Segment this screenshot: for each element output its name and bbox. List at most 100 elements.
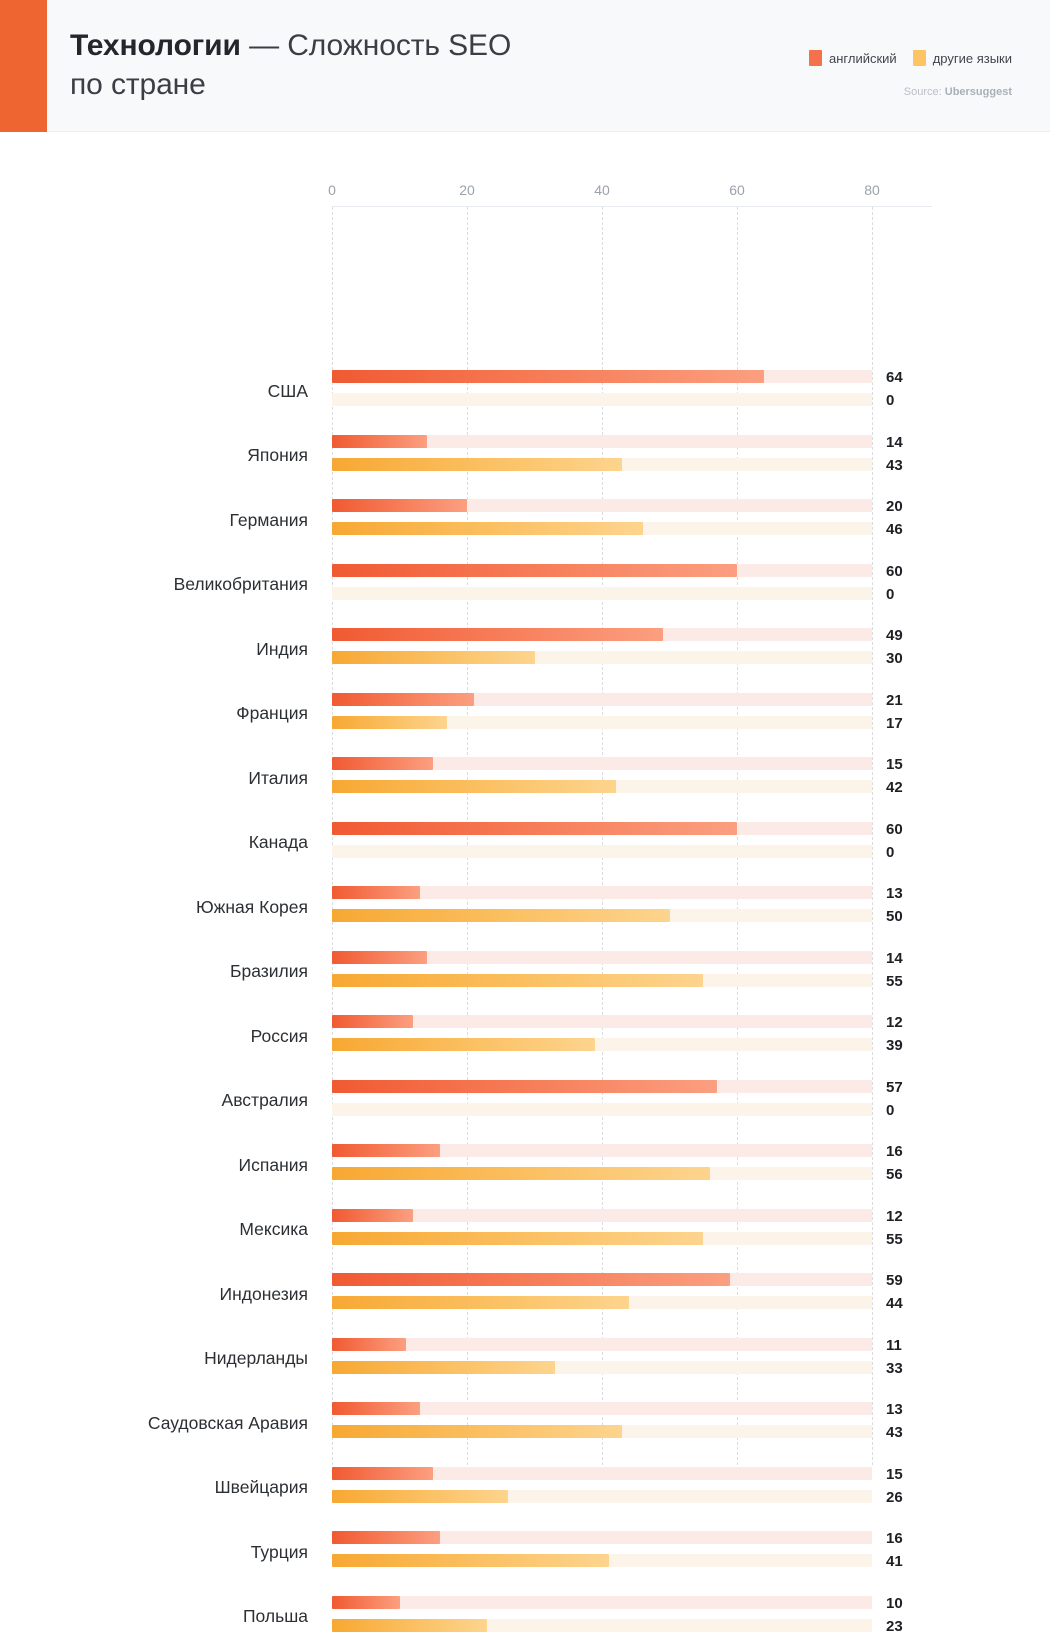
bar-fill-english[interactable]	[332, 499, 467, 512]
bar-fill-english[interactable]	[332, 1531, 440, 1544]
bar-track-english	[332, 1015, 872, 1028]
header-accent-bar	[0, 0, 47, 132]
value-label-english: 11	[886, 1336, 902, 1354]
bar-fill-english[interactable]	[332, 886, 420, 899]
row-label-3: Германия	[229, 509, 308, 530]
bar-fill-other[interactable]	[332, 909, 670, 922]
chart-row[interactable]: Швейцария 15 26	[0, 1456, 1050, 1520]
chart-row[interactable]: Бразилия 14 55	[0, 940, 1050, 1004]
bar-fill-english[interactable]	[332, 628, 663, 641]
row-bars	[332, 1262, 872, 1326]
value-label-other: 42	[886, 779, 903, 796]
bar-fill-other[interactable]	[332, 973, 704, 987]
chart-row[interactable]: Россия 12 39	[0, 1004, 1050, 1068]
bar-fill-other[interactable]	[332, 1231, 704, 1245]
bar-fill-other[interactable]	[332, 1489, 508, 1503]
bar-track-other	[332, 715, 872, 729]
x-tick-label: 20	[459, 182, 475, 198]
chart-row[interactable]: Польша 10 23	[0, 1585, 1050, 1649]
legend-label-english: английский	[829, 50, 897, 66]
legend-item-english[interactable]: английский	[809, 50, 897, 66]
value-label-english: 14	[886, 433, 903, 451]
bar-fill-english[interactable]	[332, 821, 737, 835]
legend-item-other[interactable]: другие языки	[912, 50, 1012, 66]
bar-track-english	[332, 499, 872, 512]
bar-track-other	[332, 586, 872, 600]
value-label-other: 0	[886, 392, 895, 409]
chart-row[interactable]: Южная Корея 13 50	[0, 875, 1050, 939]
bar-fill-english[interactable]	[332, 1079, 717, 1093]
bar-fill-english[interactable]	[332, 370, 764, 383]
value-label-other: 30	[886, 650, 903, 667]
row-label-18: Швейцария	[214, 1477, 308, 1497]
chart-row[interactable]: Индонезия 59 44	[0, 1262, 1050, 1326]
bar-fill-other[interactable]	[332, 1038, 596, 1051]
value-label-other: 43	[886, 1424, 903, 1441]
bar-fill-english[interactable]	[332, 1402, 420, 1415]
chart-row[interactable]: Индия 49 30	[0, 617, 1050, 681]
bar-track-english	[332, 1079, 872, 1093]
bar-fill-other[interactable]	[332, 1167, 710, 1180]
bar-fill-english[interactable]	[332, 757, 434, 770]
chart-row[interactable]: Германия 20 46	[0, 488, 1050, 552]
row-label-12: Австралия	[221, 1090, 308, 1110]
chart-row[interactable]: Саудовская Аравия 13 43	[0, 1391, 1050, 1455]
bar-track-english	[332, 950, 872, 964]
bar-track-english	[332, 886, 872, 899]
bar-fill-english[interactable]	[332, 563, 737, 577]
row-bars	[332, 424, 872, 488]
chart-row[interactable]: Италия 15 42	[0, 746, 1050, 810]
value-label-english: 16	[886, 1530, 903, 1547]
value-label-english: 59	[886, 1272, 903, 1289]
chart-row[interactable]: Великобритания 60 0	[0, 553, 1050, 617]
bar-fill-other[interactable]	[332, 522, 643, 535]
row-label-16: Нидерланды	[204, 1348, 308, 1368]
bar-fill-other[interactable]	[332, 651, 535, 664]
x-tick-label: 40	[594, 182, 610, 198]
chart-row[interactable]: Япония 14 43	[0, 424, 1050, 488]
bar-track-english	[332, 434, 872, 448]
row-label-5: Индия	[256, 638, 308, 659]
bar-fill-english[interactable]	[332, 692, 474, 706]
bar-fill-other[interactable]	[332, 457, 623, 471]
title-line-1: Технологии — Сложность SEO	[70, 26, 511, 65]
bar-fill-other[interactable]	[332, 1360, 555, 1374]
value-label-english: 64	[886, 369, 903, 386]
bar-track-other	[332, 651, 872, 664]
value-label-other: 0	[886, 843, 895, 861]
bar-track-other	[332, 844, 872, 858]
bar-fill-english[interactable]	[332, 1466, 434, 1480]
chart-row[interactable]: Мексика 12 55	[0, 1198, 1050, 1262]
chart-row[interactable]: Франция 21 17	[0, 682, 1050, 746]
bar-fill-english[interactable]	[332, 1337, 407, 1351]
chart-row[interactable]: Канада 60 0	[0, 811, 1050, 875]
bar-fill-other[interactable]	[332, 780, 616, 793]
bar-fill-english[interactable]	[332, 1595, 400, 1609]
chart-row[interactable]: США 64 0	[0, 359, 1050, 423]
bar-track-english	[332, 1273, 872, 1286]
bar-track-english	[332, 1531, 872, 1544]
bar-fill-other[interactable]	[332, 715, 447, 729]
row-bars	[332, 811, 872, 875]
bar-fill-english[interactable]	[332, 950, 427, 964]
value-label-other: 56	[886, 1166, 903, 1183]
chart-row[interactable]: Австралия 57 0	[0, 1069, 1050, 1133]
bar-fill-other[interactable]	[332, 1425, 623, 1438]
bar-fill-other[interactable]	[332, 1296, 629, 1309]
chart-row[interactable]: Испания 16 56	[0, 1133, 1050, 1197]
bar-track-english	[332, 821, 872, 835]
bar-fill-english[interactable]	[332, 1015, 413, 1028]
bar-track-other	[332, 1425, 872, 1438]
chart-row[interactable]: Турция 16 41	[0, 1520, 1050, 1584]
bar-fill-english[interactable]	[332, 1144, 440, 1157]
bar-track-other	[332, 457, 872, 471]
bar-fill-english[interactable]	[332, 434, 427, 448]
bar-track-other	[332, 1360, 872, 1374]
value-label-english: 12	[886, 1207, 903, 1225]
bar-fill-english[interactable]	[332, 1208, 413, 1222]
bar-track-english	[332, 1337, 872, 1351]
chart-row[interactable]: Нидерланды 11 33	[0, 1327, 1050, 1391]
bar-fill-other[interactable]	[332, 1554, 609, 1567]
bar-fill-other[interactable]	[332, 1618, 488, 1632]
bar-fill-english[interactable]	[332, 1273, 731, 1286]
